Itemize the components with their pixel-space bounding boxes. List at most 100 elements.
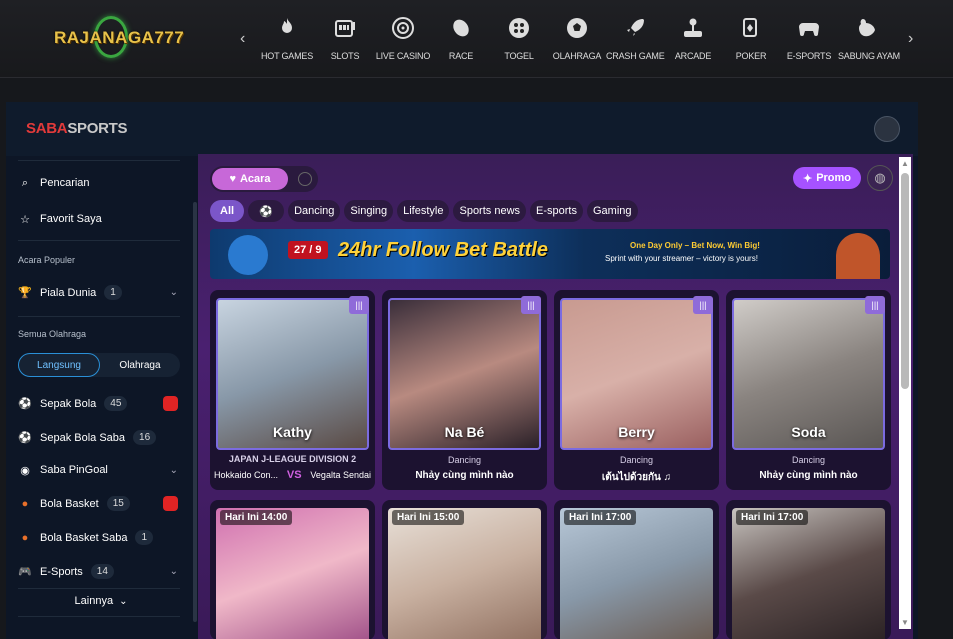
top-navigation-bar: RAJANAGA777 ‹ HOT GAMES SLOTS LIVE CASIN… xyxy=(0,0,953,78)
user-avatar-button[interactable] xyxy=(874,116,900,142)
nav-next-arrow-icon[interactable]: › xyxy=(908,30,913,48)
chip-singing[interactable]: Singing xyxy=(344,200,394,222)
nav-race[interactable]: RACE xyxy=(432,0,490,78)
sidebar-item-sepak-bola-saba[interactable]: ⚽ Sepak Bola Saba 16 xyxy=(18,430,184,445)
search-link[interactable]: ⌕ Pencarian xyxy=(18,176,184,190)
sidebar-item-e-sports[interactable]: 🎮 E-Sports 14 ⌄ xyxy=(18,564,184,579)
sidebar-scrollbar[interactable] xyxy=(193,202,197,622)
soccer-ball-icon xyxy=(567,18,587,38)
promo-banner[interactable]: 27 / 9 24hr Follow Bet Battle One Day On… xyxy=(210,229,890,279)
chip-dancing[interactable]: Dancing xyxy=(288,200,341,222)
sidebar-item-bola-basket[interactable]: ● Bola Basket 15 xyxy=(18,496,184,511)
sidebar-item-bola-basket-saba[interactable]: ● Bola Basket Saba 1 xyxy=(18,530,184,545)
banner-line1: One Day Only – Bet Now, Win Big! xyxy=(630,241,760,250)
sidebar-item-sepak-bola[interactable]: ⚽ Sepak Bola 45 xyxy=(18,396,184,411)
nav-hot-games[interactable]: HOT GAMES xyxy=(258,0,316,78)
stream-card[interactable]: ||| Berry Dancing เต้นไปด้วยกัน ♫ xyxy=(554,290,719,490)
site-logo[interactable]: RAJANAGA777 xyxy=(50,14,184,60)
globe-icon[interactable]: ◍ xyxy=(867,165,893,191)
scroll-up-icon[interactable]: ▲ xyxy=(901,159,909,168)
slot-machine-icon xyxy=(335,20,355,37)
match-teams: Hokkaido Con... VS Vegalta Sendai xyxy=(214,469,371,481)
sidebar-item-piala-dunia[interactable]: 🏆 Piala Dunia 1 ⌄ xyxy=(18,285,184,300)
nav-olahraga[interactable]: OLAHRAGA xyxy=(548,0,606,78)
streamer-name: Na Bé xyxy=(444,424,485,440)
saba-soccer-icon: ⚽ xyxy=(18,432,32,444)
stream-category: Dancing xyxy=(447,455,482,465)
stream-card[interactable]: ||| Kathy JAPAN J-LEAGUE DIVISION 2 Hokk… xyxy=(210,290,375,490)
stream-thumbnail xyxy=(732,508,885,639)
stream-card[interactable]: ||| Na Bé Dancing Nhảy cùng mình nào xyxy=(382,290,547,490)
search-icon: ⌕ xyxy=(21,176,29,189)
audio-wave-icon: ||| xyxy=(865,296,885,314)
streams-panel: ♥ Acara ✦ Promo ◍ All ⚽ Dancing Singing Li… xyxy=(198,154,913,639)
player-image xyxy=(228,235,268,275)
all-sports-header: Semua Olahraga xyxy=(18,329,87,339)
vs-label: VS xyxy=(286,469,302,481)
trophy-icon: 🏆 xyxy=(18,287,32,299)
sidebar-item-saba-pingoal[interactable]: ◉ Saba PinGoal ⌄ xyxy=(18,463,184,477)
stream-title: เต้นไปด้วยกัน ♫ xyxy=(601,472,672,483)
chevron-down-icon: ⌄ xyxy=(169,464,178,476)
upcoming-stream-card[interactable]: Hari Ini 15:00 xyxy=(382,500,547,639)
chip-soccer[interactable]: ⚽ xyxy=(248,200,285,222)
basketball-icon: ● xyxy=(21,497,29,510)
upcoming-stream-card[interactable]: Hari Ini 14:00 xyxy=(210,500,375,639)
stream-thumbnail xyxy=(388,508,541,639)
rooster-icon xyxy=(859,19,875,37)
nav-prev-arrow-icon[interactable]: ‹ xyxy=(240,30,245,48)
headset-icon[interactable] xyxy=(298,172,312,186)
chip-sports-news[interactable]: Sports news xyxy=(453,200,527,222)
acara-tab[interactable]: ♥ Acara xyxy=(212,168,288,190)
stream-thumbnail xyxy=(216,508,369,639)
nav-arcade[interactable]: ARCADE xyxy=(664,0,722,78)
divider xyxy=(18,240,180,241)
stream-category: Dancing xyxy=(619,455,654,465)
streamer-name: Kathy xyxy=(273,424,312,440)
stream-title: Nhảy cùng mình nào xyxy=(759,470,858,481)
acara-switch[interactable]: ♥ Acara xyxy=(210,166,318,192)
stream-time: Hari Ini 15:00 xyxy=(392,510,465,525)
soccer-ball-icon: ⚽ xyxy=(18,398,32,410)
nav-sabung-ayam[interactable]: SABUNG AYAM xyxy=(838,0,900,78)
toggle-live[interactable]: Langsung xyxy=(18,353,100,377)
streamer-image xyxy=(836,233,880,279)
toggle-sports[interactable]: Olahraga xyxy=(100,353,180,377)
upcoming-stream-card[interactable]: Hari Ini 17:00 xyxy=(726,500,891,639)
cards-icon xyxy=(743,18,757,37)
saba-sports-logo[interactable]: SABASPORTS xyxy=(26,120,128,137)
game-category-nav: HOT GAMES SLOTS LIVE CASINO RACE TOGEL O… xyxy=(258,0,900,78)
more-sports-button[interactable]: Lainnya ⌄ xyxy=(18,595,184,607)
upcoming-stream-card[interactable]: Hari Ini 17:00 xyxy=(554,500,719,639)
stream-thumbnail xyxy=(560,508,713,639)
stream-card[interactable]: ||| Soda Dancing Nhảy cùng mình nào xyxy=(726,290,891,490)
chip-gaming[interactable]: Gaming xyxy=(586,200,638,222)
category-chips: All ⚽ Dancing Singing Lifestyle Sports n… xyxy=(210,200,638,222)
chip-e-sports[interactable]: E-sports xyxy=(530,200,583,222)
star-icon: ☆ xyxy=(20,213,30,226)
nav-e-sports[interactable]: E-SPORTS xyxy=(780,0,838,78)
scroll-down-icon[interactable]: ▼ xyxy=(901,618,909,627)
promo-button[interactable]: ✦ Promo xyxy=(793,167,861,189)
home-team: Hokkaido Con... xyxy=(214,470,279,480)
saba-basketball-icon: ● xyxy=(21,531,29,544)
divider xyxy=(18,616,180,617)
stream-time: Hari Ini 17:00 xyxy=(564,510,637,525)
favorites-link[interactable]: ☆ Favorit Saya xyxy=(18,212,184,226)
chip-all[interactable]: All xyxy=(210,200,245,222)
divider xyxy=(18,316,180,317)
nav-slots[interactable]: SLOTS xyxy=(316,0,374,78)
nav-togel[interactable]: TOGEL xyxy=(490,0,548,78)
banner-title: 24hr Follow Bet Battle xyxy=(338,239,549,261)
nav-poker[interactable]: POKER xyxy=(722,0,780,78)
scrollbar-thumb[interactable] xyxy=(901,173,909,389)
main-scrollbar[interactable]: ▲ ▼ xyxy=(899,157,911,629)
heart-icon: ♥ xyxy=(229,173,236,185)
sportsbook-frame: SABASPORTS ⌕ Pencarian ☆ Favorit Saya Acar… xyxy=(6,102,918,639)
stream-time: Hari Ini 14:00 xyxy=(220,510,293,525)
flame-icon xyxy=(282,18,292,33)
nav-live-casino[interactable]: LIVE CASINO xyxy=(374,0,432,78)
nav-crash-game[interactable]: CRASH GAME xyxy=(606,0,665,78)
chip-lifestyle[interactable]: Lifestyle xyxy=(397,200,450,222)
audio-wave-icon: ||| xyxy=(349,296,369,314)
